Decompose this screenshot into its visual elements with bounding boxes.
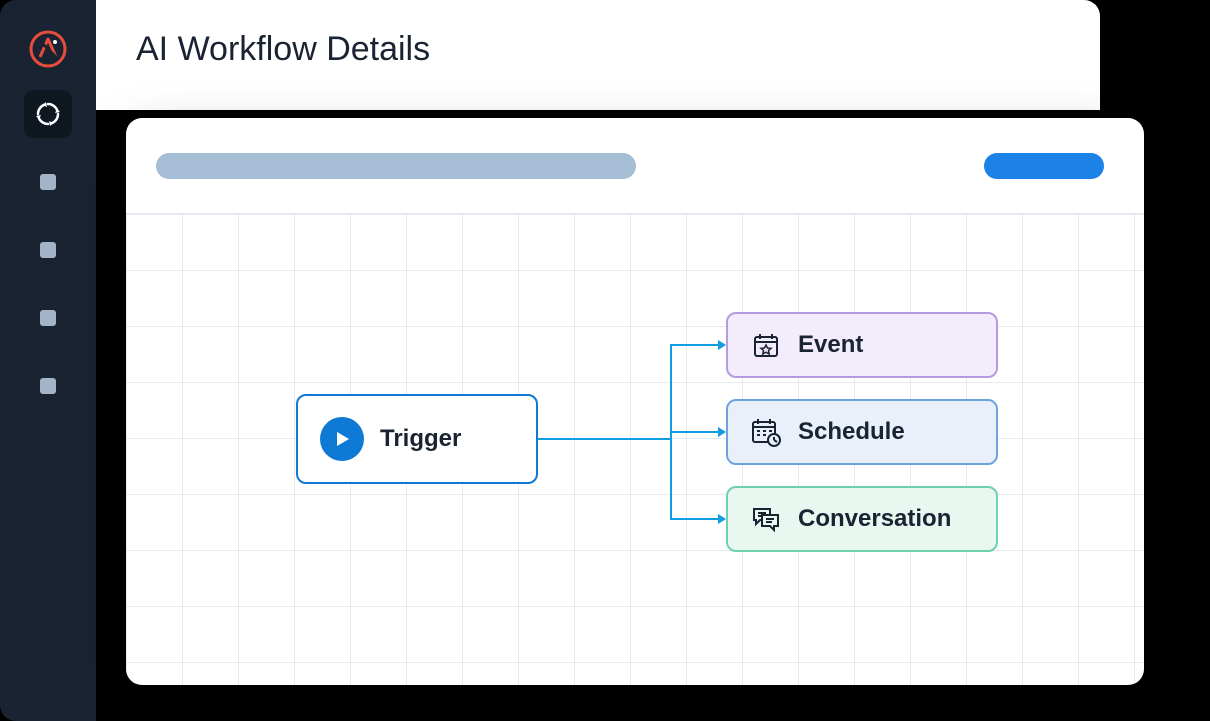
square-icon — [40, 378, 56, 394]
node-event[interactable]: Event — [726, 312, 998, 378]
calendar-star-icon — [750, 329, 782, 361]
page-title: AI Workflow Details — [136, 30, 1060, 69]
sidebar — [0, 0, 96, 721]
canvas-toolbar — [126, 118, 1144, 214]
play-icon — [320, 417, 364, 461]
chat-bubbles-icon — [750, 503, 782, 535]
node-trigger-label: Trigger — [380, 425, 461, 453]
node-event-label: Event — [798, 331, 863, 359]
square-icon — [40, 174, 56, 190]
sidebar-item-nav-5[interactable] — [24, 362, 72, 410]
node-conversation[interactable]: Conversation — [726, 486, 998, 552]
workflow-action-button[interactable] — [984, 153, 1104, 179]
workflow-canvas[interactable]: Trigger Event — [126, 214, 1144, 685]
workflow-canvas-card: Trigger Event — [126, 118, 1144, 685]
calendar-clock-icon — [750, 416, 782, 448]
main-area: AI Workflow Details — [96, 0, 1210, 721]
sidebar-item-workflows[interactable] — [24, 90, 72, 138]
sidebar-item-nav-4[interactable] — [24, 294, 72, 342]
square-icon — [40, 242, 56, 258]
sidebar-item-nav-2[interactable] — [24, 158, 72, 206]
square-icon — [40, 310, 56, 326]
workflow-title-placeholder[interactable] — [156, 153, 636, 179]
cycle-icon — [34, 100, 62, 128]
sidebar-item-nav-3[interactable] — [24, 226, 72, 274]
node-schedule[interactable]: Schedule — [726, 399, 998, 465]
node-schedule-label: Schedule — [798, 418, 905, 446]
app-shell: AI Workflow Details — [0, 0, 1210, 721]
node-trigger[interactable]: Trigger — [296, 394, 538, 484]
app-logo-icon[interactable] — [27, 28, 69, 70]
header-card: AI Workflow Details — [96, 0, 1100, 110]
node-conversation-label: Conversation — [798, 505, 951, 533]
